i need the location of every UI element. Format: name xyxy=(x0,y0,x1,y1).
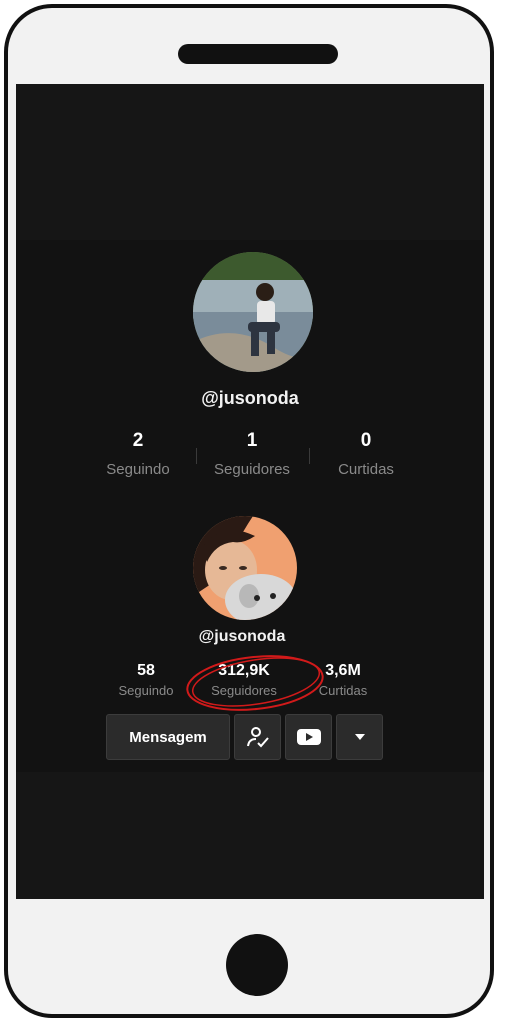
stat-label: Seguindo xyxy=(118,683,174,698)
more-options-button[interactable] xyxy=(336,714,383,760)
youtube-icon xyxy=(296,729,321,745)
home-button[interactable] xyxy=(226,934,288,996)
profile-handle-bottom: @jusonoda xyxy=(198,628,286,645)
stat-divider xyxy=(309,448,310,464)
stat-followers-top[interactable]: 1 Seguidores xyxy=(202,430,302,478)
profile-panel-bottom: @jusonoda 58 Seguindo 312,9K Seguidores … xyxy=(16,500,484,772)
avatar-photo-top xyxy=(193,252,313,372)
stat-label: Curtidas xyxy=(338,461,394,478)
stat-likes-top[interactable]: 0 Curtidas xyxy=(326,430,406,478)
profile-panel-top: @jusonoda 2 Seguindo 1 Seguidores 0 Curt… xyxy=(16,240,484,500)
following-button[interactable] xyxy=(234,714,281,760)
stat-value: 1 xyxy=(246,430,258,451)
stat-following-top[interactable]: 2 Seguindo xyxy=(98,430,178,478)
youtube-button[interactable] xyxy=(285,714,332,760)
speaker-slot xyxy=(178,44,338,64)
message-button[interactable]: Mensagem xyxy=(106,714,230,760)
phone-screen: @jusonoda 2 Seguindo 1 Seguidores 0 Curt… xyxy=(16,84,484,899)
avatar-photo-bottom xyxy=(193,516,297,620)
stat-value: 58 xyxy=(137,662,155,679)
stat-value: 2 xyxy=(132,430,144,451)
caret-down-icon xyxy=(354,734,365,740)
stat-label: Seguindo xyxy=(106,461,170,478)
stat-divider xyxy=(196,448,197,464)
stat-value: 0 xyxy=(360,430,372,451)
profile-avatar-bottom[interactable] xyxy=(193,516,297,620)
red-circle-annotation xyxy=(186,655,324,711)
stat-following-bottom[interactable]: 58 Seguindo xyxy=(106,662,186,698)
profile-handle-top: @jusonoda xyxy=(201,388,299,408)
user-check-icon xyxy=(246,727,269,748)
stat-label: Seguidores xyxy=(214,461,290,478)
profile-avatar-top[interactable] xyxy=(193,252,313,372)
